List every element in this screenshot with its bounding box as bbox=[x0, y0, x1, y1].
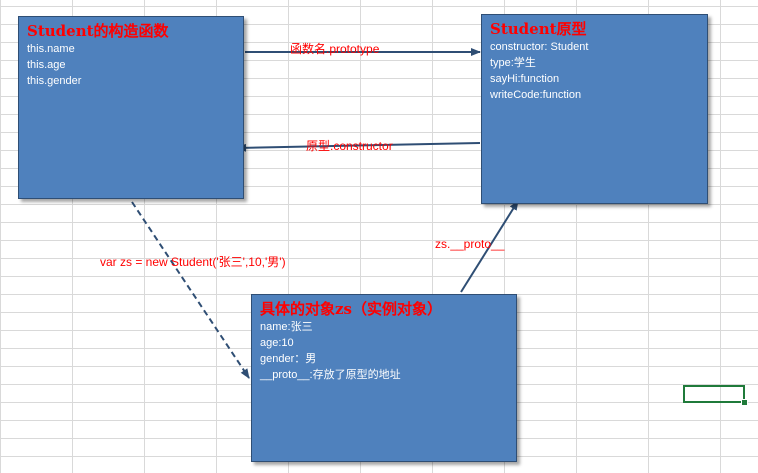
instance-box-title: 具体的对象zs（实例对象） bbox=[260, 300, 442, 318]
instance-line-name: name:张三 bbox=[260, 321, 313, 333]
prototype-arrow-label: 函数名.prototype bbox=[290, 42, 380, 56]
proto-arrow-label: zs.__proto__ bbox=[435, 237, 505, 251]
selected-cell[interactable] bbox=[683, 385, 748, 406]
instance-line-gender: gender：男 bbox=[260, 353, 317, 365]
prototype-line-constructor: constructor: Student bbox=[490, 41, 589, 53]
new-instance-arrow bbox=[131, 201, 250, 379]
constructor-line-age: this.age bbox=[27, 59, 66, 71]
prototype-box-title: Student原型 bbox=[490, 20, 587, 38]
constructor-function-box: Student的构造函数 this.name this.age this.gen… bbox=[18, 16, 244, 199]
constructor-box-title: Student的构造函数 bbox=[27, 22, 169, 40]
constructor-arrow-label: 原型.constructor bbox=[306, 139, 393, 153]
prototype-line-type: type:学生 bbox=[490, 57, 536, 69]
prototype-line-writecode: writeCode:function bbox=[490, 89, 582, 101]
instance-object-box: 具体的对象zs（实例对象） name:张三 age:10 gender：男 __… bbox=[251, 294, 517, 462]
prototype-box: Student原型 constructor: Student type:学生 s… bbox=[481, 14, 708, 204]
new-instance-arrow-label: var zs = new Student('张三',10,'男') bbox=[100, 255, 286, 269]
instance-line-age: age:10 bbox=[260, 337, 294, 349]
constructor-line-name: this.name bbox=[27, 43, 75, 55]
constructor-line-gender: this.gender bbox=[27, 75, 82, 87]
instance-line-proto: __proto__:存放了原型的地址 bbox=[260, 369, 401, 381]
prototype-line-sayhi: sayHi:function bbox=[490, 73, 560, 85]
